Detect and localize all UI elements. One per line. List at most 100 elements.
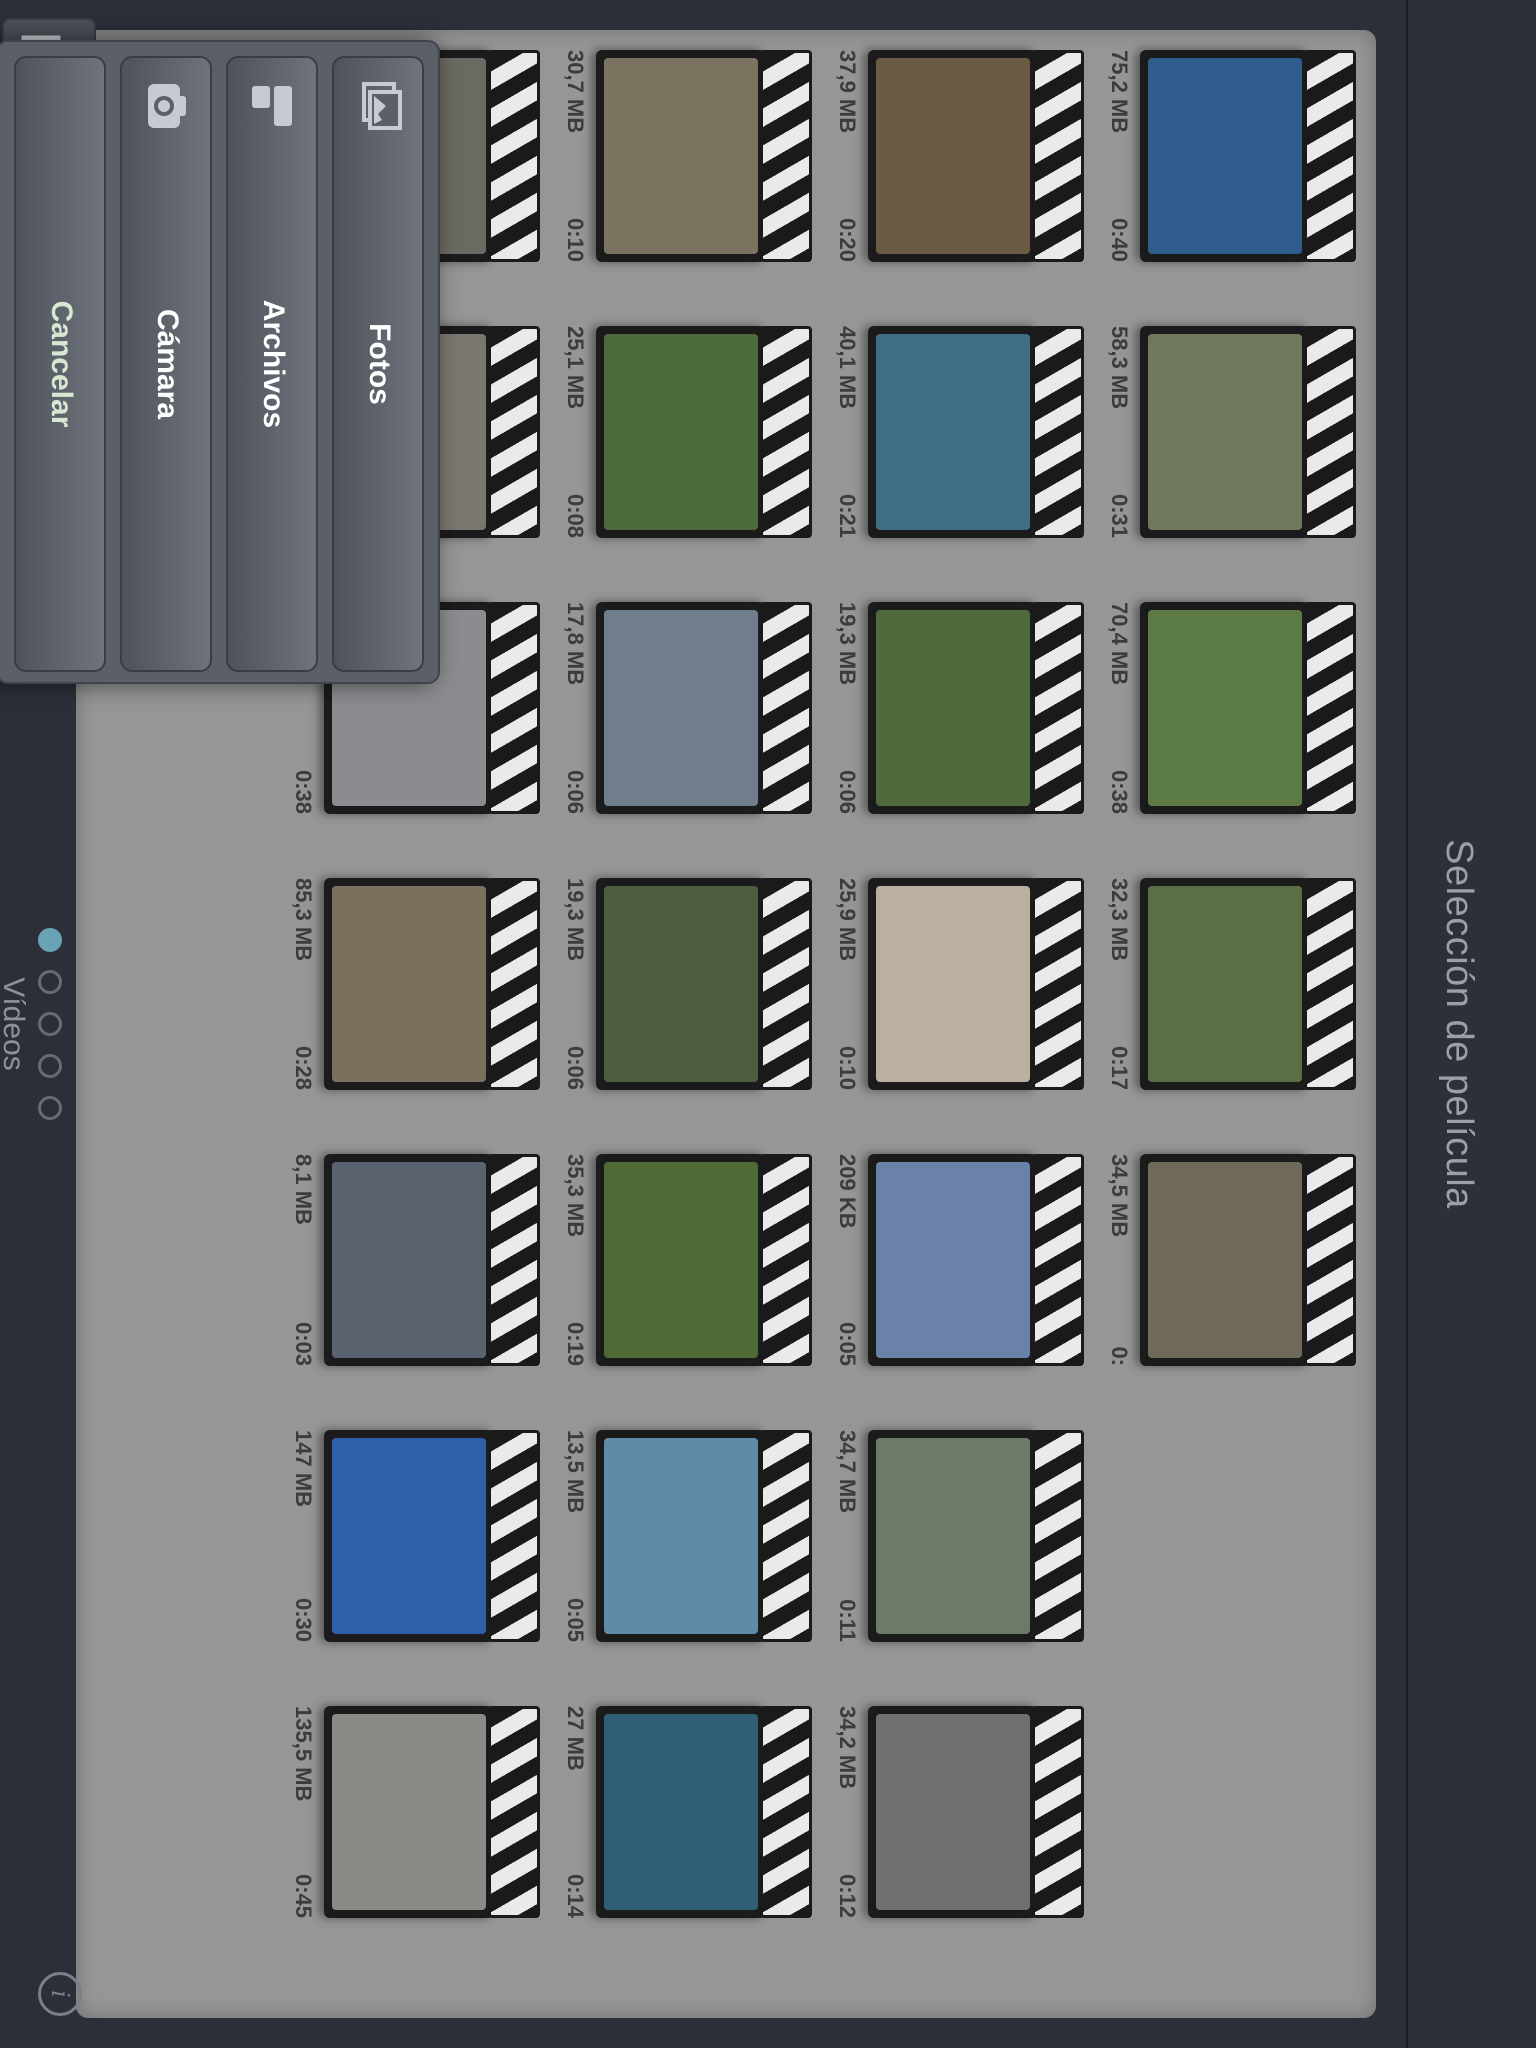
video-item[interactable]: 19,3 MB 0:06 (562, 878, 812, 1118)
video-thumbnail-frame (324, 1430, 494, 1642)
video-thumbnail-frame (868, 1154, 1038, 1366)
page-dot[interactable] (38, 1054, 62, 1078)
video-size: 75,2 MB (1107, 50, 1132, 134)
video-item[interactable]: 70,4 MB 0:38 (1106, 602, 1356, 842)
video-size: 58,3 MB (1107, 326, 1132, 410)
video-item[interactable]: 40,1 MB 0:21 (834, 326, 1084, 566)
video-item[interactable]: 25,9 MB 0:10 (834, 878, 1084, 1118)
video-duration: 0:45 (291, 1873, 316, 1918)
video-size: 135,5 MB (291, 1706, 316, 1802)
page-dot[interactable] (38, 1096, 62, 1120)
video-thumbnail-frame (868, 878, 1038, 1090)
video-thumbnail (876, 610, 1030, 806)
clapperboard-icon (324, 1154, 540, 1366)
video-thumbnail-frame (1140, 50, 1310, 262)
clapperboard-icon (324, 1430, 540, 1642)
video-size: 19,3 MB (563, 878, 588, 962)
clapper-stick (1304, 326, 1356, 538)
video-size: 34,2 MB (835, 1706, 860, 1790)
clapper-stick (1032, 326, 1084, 538)
clapperboard-icon (1140, 50, 1356, 262)
menu-item-files[interactable]: Archivos (226, 56, 318, 672)
clapperboard-icon (868, 50, 1084, 262)
video-item[interactable]: 30,7 MB 0:10 (562, 50, 812, 290)
page-dot[interactable] (38, 970, 62, 994)
video-thumbnail (876, 1714, 1030, 1910)
clapper-stick (488, 1154, 540, 1366)
video-thumbnail (604, 334, 758, 530)
video-item[interactable]: 13,5 MB 0:05 (562, 1430, 812, 1670)
video-size: 17,8 MB (563, 602, 588, 686)
video-size: 27 MB (563, 1706, 588, 1771)
video-item[interactable]: 58,3 MB 0:31 (1106, 326, 1356, 566)
video-thumbnail-frame (868, 602, 1038, 814)
video-item[interactable]: 34,7 MB 0:11 (834, 1430, 1084, 1670)
menu-item-label: Archivos (257, 299, 290, 429)
video-thumbnail (604, 1714, 758, 1910)
video-item[interactable]: 35,3 MB 0:19 (562, 1154, 812, 1394)
video-thumbnail (332, 1714, 486, 1910)
video-duration: 0:31 (1107, 493, 1132, 538)
video-duration: 0:21 (835, 493, 860, 538)
video-item[interactable]: 8,1 MB 0:03 (290, 1154, 540, 1394)
video-duration: 0:28 (291, 1045, 316, 1090)
video-thumbnail (604, 886, 758, 1082)
video-item[interactable]: 19,3 MB 0:06 (834, 602, 1084, 842)
video-item[interactable]: 34,2 MB 0:12 (834, 1706, 1084, 1946)
video-thumbnail (1148, 1162, 1302, 1358)
video-duration: 0: (1107, 1346, 1132, 1366)
video-size: 34,5 MB (1107, 1154, 1132, 1238)
video-thumbnail-frame (1140, 878, 1310, 1090)
video-duration: 0:10 (563, 217, 588, 262)
video-item[interactable]: 75,2 MB 0:40 (1106, 50, 1356, 290)
clapper-stick (1304, 50, 1356, 262)
video-thumbnail (876, 886, 1030, 1082)
video-size: 8,1 MB (291, 1154, 316, 1225)
clapperboard-icon (596, 50, 812, 262)
info-button[interactable]: i (38, 1972, 82, 2016)
video-thumbnail (332, 886, 486, 1082)
video-item[interactable]: 147 MB 0:30 (290, 1430, 540, 1670)
video-item[interactable]: 135,5 MB 0:45 (290, 1706, 540, 1946)
menu-item-photos[interactable]: Fotos (332, 56, 424, 672)
page-dot[interactable] (38, 928, 62, 952)
clapper-stick (1032, 1154, 1084, 1366)
video-item[interactable]: 25,1 MB 0:08 (562, 326, 812, 566)
clapperboard-icon (596, 878, 812, 1090)
video-item[interactable]: 37,9 MB 0:20 (834, 50, 1084, 290)
video-size: 209 KB (835, 1154, 860, 1229)
video-item[interactable]: 209 KB 0:05 (834, 1154, 1084, 1394)
video-thumbnail (604, 58, 758, 254)
menu-item-camera[interactable]: Cámara (120, 56, 212, 672)
clapper-stick (1032, 602, 1084, 814)
video-thumbnail-frame (868, 326, 1038, 538)
clapper-stick (488, 326, 540, 538)
video-duration: 0:38 (1107, 769, 1132, 814)
video-size: 25,9 MB (835, 878, 860, 962)
video-duration: 0:06 (563, 1045, 588, 1090)
video-item[interactable]: 27 MB 0:14 (562, 1706, 812, 1946)
info-icon: i (38, 1972, 82, 2016)
clapper-stick (1032, 878, 1084, 1090)
video-size: 34,7 MB (835, 1430, 860, 1514)
video-item[interactable]: 17,8 MB 0:06 (562, 602, 812, 842)
video-item[interactable]: 32,3 MB 0:17 (1106, 878, 1356, 1118)
video-item[interactable]: 85,3 MB 0:28 (290, 878, 540, 1118)
video-thumbnail-frame (1140, 1154, 1310, 1366)
clapper-stick (488, 878, 540, 1090)
menu-item-cancel[interactable]: Cancelar (14, 56, 106, 672)
video-duration: 0:03 (291, 1321, 316, 1366)
video-size: 13,5 MB (563, 1430, 588, 1514)
video-thumbnail (1148, 58, 1302, 254)
video-size: 70,4 MB (1107, 602, 1132, 686)
video-thumbnail-frame (1140, 602, 1310, 814)
clapperboard-icon (596, 1430, 812, 1642)
video-duration: 0:17 (1107, 1045, 1132, 1090)
video-thumbnail (876, 58, 1030, 254)
page-dot[interactable] (38, 1012, 62, 1036)
clapper-stick (488, 1430, 540, 1642)
video-item[interactable]: 34,5 MB 0: (1106, 1154, 1356, 1394)
clapper-stick (760, 1154, 812, 1366)
top-bar: Selección de película (1406, 0, 1536, 2048)
clapperboard-icon (324, 1706, 540, 1918)
